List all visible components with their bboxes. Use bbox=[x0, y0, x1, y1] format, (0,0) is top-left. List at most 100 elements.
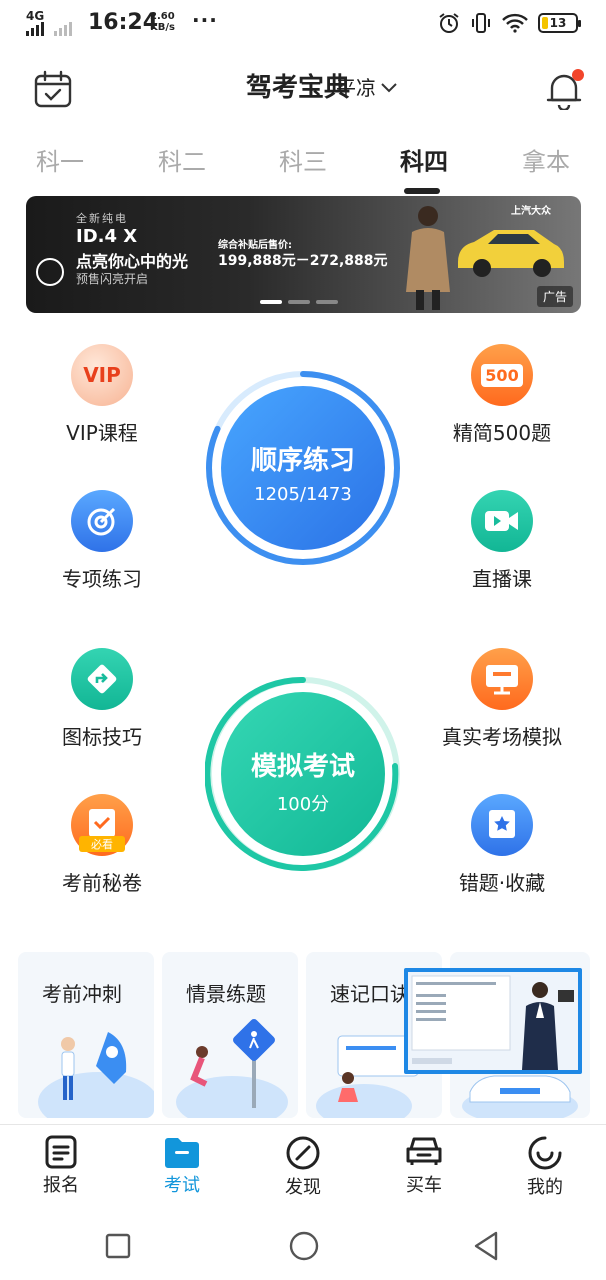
sign-tips-button[interactable]: 图标技巧 bbox=[22, 648, 182, 750]
system-nav-bar bbox=[0, 1216, 606, 1280]
banner-subsidy-label: 综合补贴后售价: bbox=[218, 240, 292, 251]
vibrate-icon bbox=[472, 13, 490, 33]
jingjian-500-button[interactable]: 500 精简500题 bbox=[422, 344, 582, 446]
rocket-illustration bbox=[38, 1032, 154, 1118]
city-name: 平凉 bbox=[336, 76, 376, 100]
banner-slogan: 点亮你心中的光 bbox=[76, 252, 189, 271]
status-bar: 4G 16:24 2.60 KB/s ··· 13 bbox=[0, 0, 606, 48]
ad-label: 广告 bbox=[536, 286, 573, 307]
target-icon bbox=[71, 490, 133, 552]
card-title: 考前冲刺 bbox=[42, 982, 122, 1006]
500-badge: 500 bbox=[481, 363, 523, 387]
nav-signup[interactable]: 报名 bbox=[21, 1135, 101, 1197]
must-see-badge: 必看 bbox=[79, 836, 125, 852]
net-speed-unit: KB/s bbox=[150, 22, 175, 33]
battery-icon: 13 bbox=[538, 13, 581, 33]
pre-exam-paper-label: 考前秘卷 bbox=[62, 871, 142, 895]
video-frame bbox=[408, 972, 578, 1070]
car-icon bbox=[406, 1137, 442, 1165]
topic-practice-label: 专项练习 bbox=[62, 567, 142, 591]
page-title: 驾考宝典 bbox=[0, 70, 606, 106]
sequential-practice-button[interactable]: 顺序练习 1205/1473 bbox=[205, 370, 401, 566]
wifi-icon bbox=[502, 13, 528, 33]
clock: 16:24 bbox=[88, 10, 159, 35]
pre-exam-paper-button[interactable]: 必看 考前秘卷 bbox=[22, 794, 182, 896]
tab-ke-yi[interactable]: 科一 bbox=[0, 140, 120, 184]
vw-logo-icon bbox=[36, 258, 64, 286]
alarm-icon bbox=[439, 13, 459, 33]
calendar-checkin-icon[interactable] bbox=[34, 70, 72, 108]
battery-level: 13 bbox=[549, 16, 567, 30]
signal-icon bbox=[26, 22, 72, 36]
vip-course-button[interactable]: VIP VIP课程 bbox=[22, 344, 182, 446]
floating-video-player[interactable] bbox=[404, 968, 582, 1074]
banner-pager bbox=[260, 300, 338, 304]
banner-car-image bbox=[458, 230, 564, 277]
vip-icon: VIP bbox=[71, 344, 133, 406]
monitor-icon bbox=[471, 648, 533, 710]
mistakes-favorites-label: 错题·收藏 bbox=[458, 871, 546, 895]
home-icon[interactable] bbox=[288, 1230, 320, 1262]
tab-ke-san[interactable]: 科三 bbox=[243, 140, 363, 184]
mock-exam-title: 模拟考试 bbox=[250, 752, 355, 782]
back-icon[interactable] bbox=[472, 1230, 500, 1262]
tab-na-ben[interactable]: 拿本 bbox=[486, 140, 606, 184]
smile-icon bbox=[528, 1136, 562, 1170]
sequential-progress: 1205/1473 bbox=[254, 484, 352, 505]
tab-ke-er[interactable]: 科二 bbox=[122, 140, 242, 184]
nav-exam[interactable]: 考试 bbox=[142, 1135, 222, 1197]
tab-ke-si[interactable]: 科四 bbox=[364, 140, 484, 184]
subject-tabs: 科一 科二 科三 科四 拿本 bbox=[0, 140, 606, 192]
banner-price: 199,888元－272,888元 bbox=[218, 253, 388, 269]
net-speed-value: 2.60 bbox=[150, 11, 175, 22]
jingjian-500-label: 精简500题 bbox=[452, 421, 552, 445]
nav-me[interactable]: 我的 bbox=[505, 1135, 585, 1199]
more-notifications: ··· bbox=[192, 8, 218, 32]
form-icon bbox=[45, 1135, 77, 1169]
vip-course-label: VIP课程 bbox=[66, 421, 138, 445]
sign-tips-label: 图标技巧 bbox=[62, 725, 142, 749]
vip-badge: VIP bbox=[83, 363, 121, 387]
nav-discover[interactable]: 发现 bbox=[263, 1135, 343, 1199]
banner-model-image bbox=[406, 206, 450, 310]
tab-indicator bbox=[404, 188, 440, 194]
nav-discover-label: 发现 bbox=[285, 1177, 321, 1198]
app-title: 驾考宝典 bbox=[245, 73, 350, 103]
compass-icon bbox=[286, 1136, 320, 1170]
net-speed: 2.60 KB/s bbox=[150, 11, 175, 33]
real-exam-sim-label: 真实考场模拟 bbox=[442, 725, 562, 749]
sequential-title: 顺序练习 bbox=[250, 446, 355, 476]
recent-apps-icon[interactable] bbox=[104, 1232, 132, 1260]
network-type: 4G bbox=[26, 9, 45, 23]
nav-signup-label: 报名 bbox=[43, 1175, 79, 1196]
nav-buy-car[interactable]: 买车 bbox=[384, 1135, 464, 1197]
nav-buy-car-label: 买车 bbox=[406, 1175, 442, 1196]
nav-me-label: 我的 bbox=[527, 1177, 563, 1198]
mock-exam-score: 100分 bbox=[276, 794, 330, 815]
pedestrian-sign-illustration bbox=[176, 1019, 288, 1118]
banner-presale: 预售闪亮开启 bbox=[76, 272, 149, 286]
card-title: 速记口诀 bbox=[330, 982, 410, 1006]
bell-icon[interactable] bbox=[544, 68, 584, 110]
bookmark-star-icon bbox=[471, 794, 533, 856]
card-pre-exam-sprint[interactable]: 考前冲刺 bbox=[18, 952, 154, 1118]
ad-banner[interactable]: 全新纯电 ID.4 X 点亮你心中的光 预售闪亮开启 综合补贴后售价: 199,… bbox=[26, 196, 581, 313]
nav-exam-label: 考试 bbox=[164, 1175, 200, 1196]
bottom-nav: 报名 考试 发现 买车 我的 bbox=[0, 1124, 606, 1214]
city-selector[interactable]: 平凉 bbox=[336, 74, 398, 102]
live-class-button[interactable]: 直播课 bbox=[422, 490, 582, 592]
mistakes-favorites-button[interactable]: 错题·收藏 bbox=[422, 794, 582, 896]
banner-model: ID.4 X bbox=[76, 226, 138, 247]
card-title: 情景练题 bbox=[186, 982, 266, 1006]
live-class-label: 直播课 bbox=[472, 567, 532, 591]
status-right: 13 bbox=[438, 10, 581, 36]
banner-tagline: 全新纯电 bbox=[76, 212, 128, 225]
chevron-down-icon bbox=[381, 83, 397, 93]
mock-exam-button[interactable]: 模拟考试 100分 bbox=[204, 676, 401, 872]
500-questions-icon: 500 bbox=[471, 344, 533, 406]
banner-brand: 上汽大众 bbox=[511, 206, 551, 217]
card-scenario-practice[interactable]: 情景练题 bbox=[162, 952, 298, 1118]
video-camera-icon bbox=[471, 490, 533, 552]
topic-practice-button[interactable]: 专项练习 bbox=[22, 490, 182, 592]
real-exam-sim-button[interactable]: 真实考场模拟 bbox=[422, 648, 582, 750]
